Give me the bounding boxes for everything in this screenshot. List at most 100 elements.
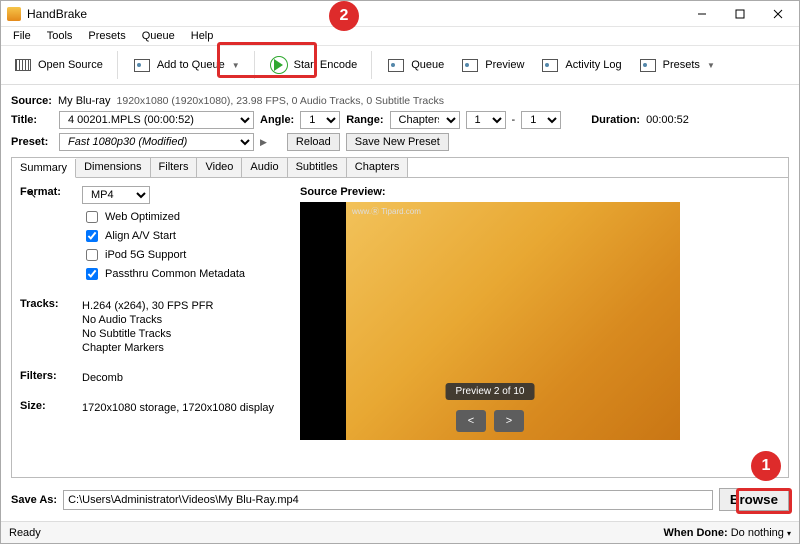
web-optimized-checkbox[interactable]: Web Optimized (82, 208, 245, 226)
chevron-down-icon: ▼ (232, 61, 240, 70)
range-from-select[interactable]: 1 (466, 111, 506, 129)
source-info: 1920x1080 (1920x1080), 23.98 FPS, 0 Audi… (117, 95, 444, 107)
when-done-select[interactable]: Do nothing ▾ (731, 527, 791, 539)
tab-audio[interactable]: Audio (242, 158, 287, 177)
tab-summary[interactable]: Summary (12, 159, 76, 178)
tab-filters[interactable]: Filters (151, 158, 198, 177)
save-as-label: Save As: (11, 494, 57, 506)
minimize-button[interactable] (683, 2, 721, 26)
save-as-input[interactable] (63, 490, 713, 510)
ipod-support-checkbox[interactable]: iPod 5G Support (82, 246, 245, 264)
chevron-down-icon: ▼ (707, 61, 715, 70)
menu-help[interactable]: Help (183, 28, 222, 44)
filters-value: Decomb (82, 372, 123, 384)
presets-button[interactable]: Presets ▼ (632, 51, 721, 79)
summary-panel: Format: MP4 Web Optimized Align A/V Star… (11, 178, 789, 478)
format-label: Format: (20, 186, 72, 284)
toolbar: Open Source Add to Queue ▼ Start Encode … (1, 45, 799, 85)
presets-icon (638, 55, 658, 75)
track-subtitle: No Subtitle Tracks (82, 328, 213, 340)
track-audio: No Audio Tracks (82, 314, 213, 326)
preview-counter: Preview 2 of 10 (446, 383, 535, 400)
queue-button[interactable]: Queue (380, 51, 450, 79)
menu-tools[interactable]: Tools (39, 28, 81, 44)
queue-icon (386, 55, 406, 75)
source-preview: www.Ⓡ Tipard.com Preview 2 of 10 < > (300, 202, 680, 440)
activity-label: Activity Log (565, 59, 621, 71)
preset-row: Preset: Fast 1080p30 (Modified) ▶ Reload… (11, 133, 789, 151)
chevron-down-icon: ▾ (787, 529, 791, 538)
tab-chapters[interactable]: Chapters (347, 158, 409, 177)
menu-queue[interactable]: Queue (134, 28, 183, 44)
separator (371, 51, 372, 79)
preset-label: Preset: (11, 136, 53, 148)
menu-file[interactable]: File (5, 28, 39, 44)
source-label: Source: (11, 95, 52, 107)
range-to-select[interactable]: 1 (521, 111, 561, 129)
maximize-button[interactable] (721, 2, 759, 26)
range-sep: - (512, 114, 516, 126)
passthru-meta-checkbox[interactable]: Passthru Common Metadata (82, 265, 245, 283)
tabs: Summary Dimensions Filters Video Audio S… (11, 157, 789, 178)
tab-video[interactable]: Video (197, 158, 242, 177)
angle-select[interactable]: 1 (300, 111, 340, 129)
film-icon (13, 55, 33, 75)
source-row: Source: My Blu-ray 1920x1080 (1920x1080)… (11, 95, 789, 107)
track-chapters: Chapter Markers (82, 342, 213, 354)
log-icon (540, 55, 560, 75)
menu-presets[interactable]: Presets (80, 28, 133, 44)
separator (254, 51, 255, 79)
preset-select[interactable]: Fast 1080p30 (Modified) (59, 133, 254, 151)
preview-label: Preview (485, 59, 524, 71)
tab-dimensions[interactable]: Dimensions (76, 158, 150, 177)
add-to-queue-button[interactable]: Add to Queue ▼ (126, 51, 246, 79)
save-preset-button[interactable]: Save New Preset (346, 133, 449, 151)
size-label: Size: (20, 400, 72, 416)
duration-value: 00:00:52 (646, 114, 689, 126)
start-encode-label: Start Encode (294, 59, 358, 71)
open-source-label: Open Source (38, 59, 103, 71)
preview-next-button[interactable]: > (494, 410, 524, 432)
save-as-row: Save As: Browse (1, 478, 799, 511)
tracks-label: Tracks: (20, 298, 72, 356)
start-encode-button[interactable]: Start Encode (263, 51, 364, 79)
align-av-checkbox[interactable]: Align A/V Start (82, 227, 245, 245)
size-value: 1720x1080 storage, 1720x1080 display (82, 402, 274, 414)
watermark: www.Ⓡ Tipard.com (352, 206, 421, 217)
title-select[interactable]: 4 00201.MPLS (00:00:52) (59, 111, 254, 129)
title-row: Title: 4 00201.MPLS (00:00:52) Angle: 1 … (11, 111, 789, 129)
app-logo-icon (7, 7, 21, 21)
titlebar: HandBrake (1, 1, 799, 27)
picture-add-icon (132, 55, 152, 75)
preview-button[interactable]: Preview (454, 51, 530, 79)
range-type-select[interactable]: Chapters (390, 111, 460, 129)
format-select[interactable]: MP4 (82, 186, 150, 204)
preview-prev-button[interactable]: < (456, 410, 486, 432)
open-source-button[interactable]: Open Source (7, 51, 109, 79)
tab-subtitles[interactable]: Subtitles (288, 158, 347, 177)
statusbar: Ready When Done: Do nothing ▾ (1, 521, 799, 543)
track-video: H.264 (x264), 30 FPS PFR (82, 300, 213, 312)
presets-label: Presets (663, 59, 700, 71)
source-name: My Blu-ray (58, 95, 111, 107)
close-button[interactable] (759, 2, 797, 26)
preview-icon (460, 55, 480, 75)
queue-label: Queue (411, 59, 444, 71)
separator (117, 51, 118, 79)
menubar: File Tools Presets Queue Help (1, 27, 799, 45)
status-text: Ready (9, 527, 41, 539)
window-title: HandBrake (27, 7, 683, 21)
chevron-right-icon[interactable]: ▶ (260, 137, 267, 148)
range-label: Range: (346, 114, 383, 126)
filters-label: Filters: (20, 370, 72, 386)
when-done-label: When Done: (663, 527, 727, 539)
play-icon (269, 55, 289, 75)
add-queue-label: Add to Queue (157, 59, 225, 71)
source-preview-label: Source Preview: (300, 186, 780, 198)
preview-image: www.Ⓡ Tipard.com (346, 202, 680, 440)
reload-button[interactable]: Reload (287, 133, 340, 151)
activity-log-button[interactable]: Activity Log (534, 51, 627, 79)
duration-label: Duration: (591, 114, 640, 126)
title-label: Title: (11, 114, 53, 126)
browse-button[interactable]: Browse (719, 488, 789, 511)
